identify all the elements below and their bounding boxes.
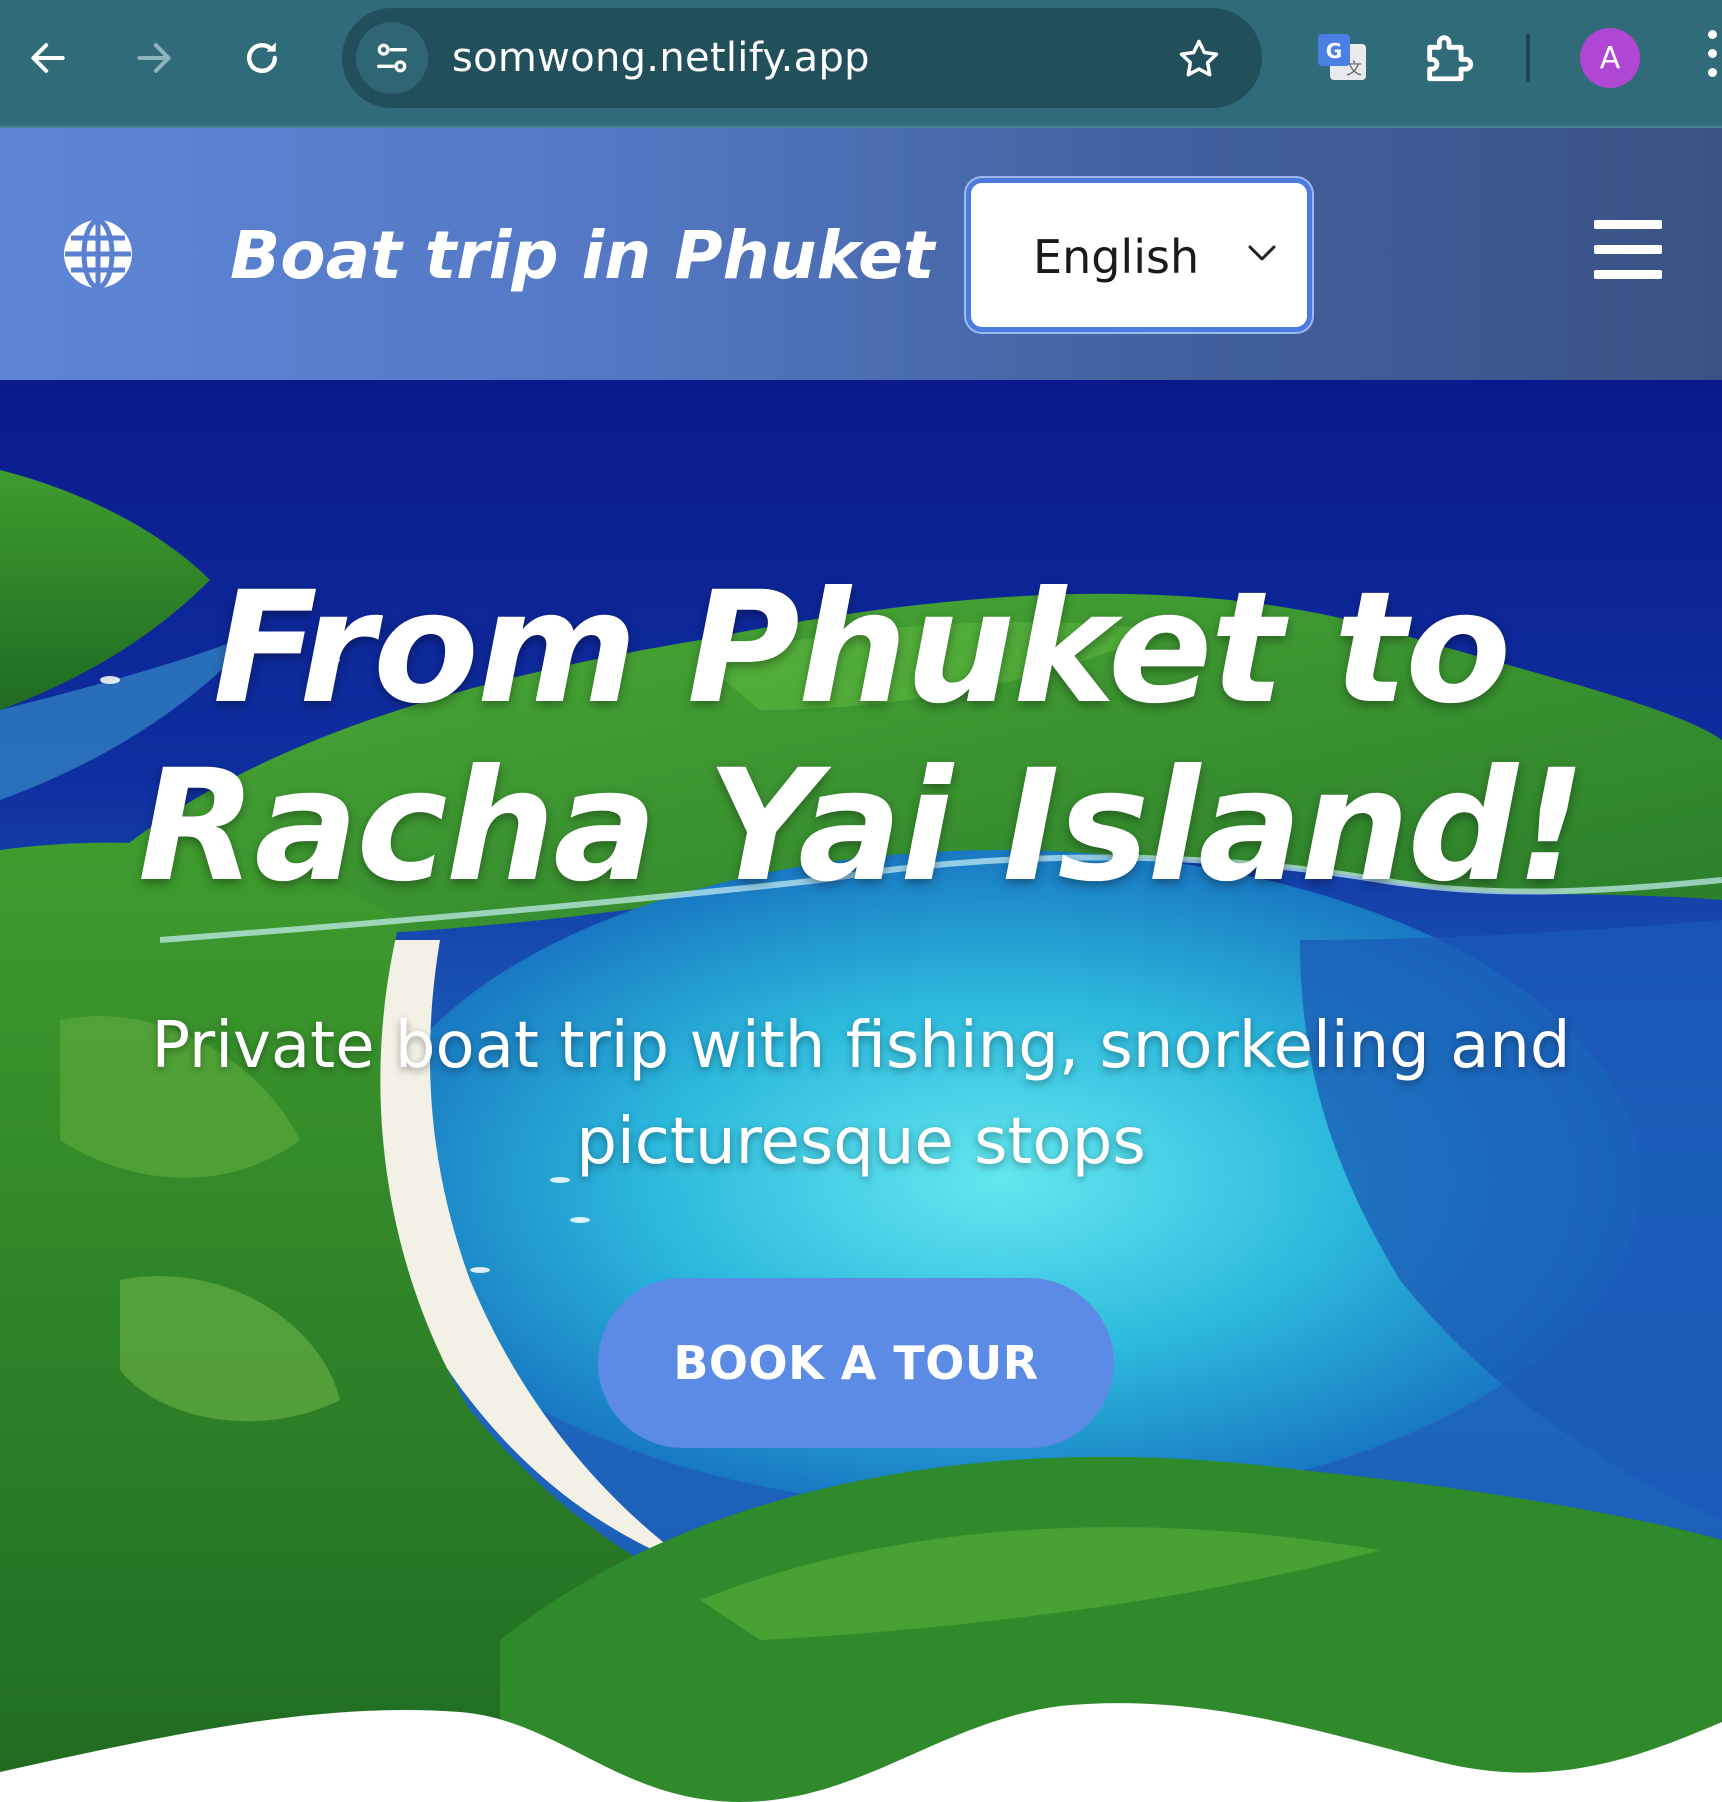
language-selected-value: English: [1033, 230, 1200, 284]
reload-button[interactable]: [226, 22, 298, 94]
browser-toolbar: somwong.netlify.app G 文 A: [0, 0, 1722, 128]
address-bar[interactable]: somwong.netlify.app: [342, 8, 1262, 108]
hero-title-line-1: From Phuket to: [212, 559, 1511, 738]
site-info-button[interactable]: [356, 22, 428, 94]
extensions-button[interactable]: [1420, 28, 1478, 86]
arrow-right-icon: [137, 43, 171, 73]
puzzle-icon: [1427, 35, 1474, 82]
translate-extension-button[interactable]: G 文: [1314, 30, 1370, 86]
bookmark-button[interactable]: [1174, 34, 1224, 84]
toolbar-divider: [1526, 34, 1530, 82]
language-select[interactable]: English: [966, 178, 1312, 332]
reload-icon: [246, 42, 278, 74]
url-text[interactable]: somwong.netlify.app: [452, 32, 870, 84]
book-a-tour-button[interactable]: BOOK A TOUR: [598, 1278, 1114, 1448]
forward-button[interactable]: [118, 22, 190, 94]
star-icon: [1179, 39, 1219, 77]
hero-section: From Phuket to Racha Yai Island! Private…: [0, 380, 1722, 1802]
hamburger-menu-icon[interactable]: [1594, 220, 1662, 279]
svg-text:G: G: [1326, 39, 1342, 63]
hero-subtitle: Private boat trip with fishing, snorkeli…: [151, 1009, 1571, 1179]
globe-icon[interactable]: [62, 218, 134, 290]
hero-title-line-2: Racha Yai Island!: [137, 737, 1586, 916]
site-title[interactable]: Boat trip in Phuket: [230, 216, 934, 296]
tune-icon: [377, 43, 407, 73]
google-translate-icon: G 文: [1318, 34, 1366, 80]
arrow-left-icon: [31, 43, 65, 73]
svg-text:文: 文: [1346, 59, 1362, 78]
hero-title: From Phuket to Racha Yai Island!: [0, 560, 1722, 916]
back-button[interactable]: [12, 22, 84, 94]
hero-bottom-wave: [0, 1703, 1722, 1802]
chevron-down-icon: [1248, 245, 1276, 261]
kebab-menu-icon[interactable]: [1708, 30, 1722, 90]
site-header: Boat trip in Phuket English: [0, 128, 1722, 380]
profile-avatar[interactable]: A: [1580, 28, 1640, 88]
